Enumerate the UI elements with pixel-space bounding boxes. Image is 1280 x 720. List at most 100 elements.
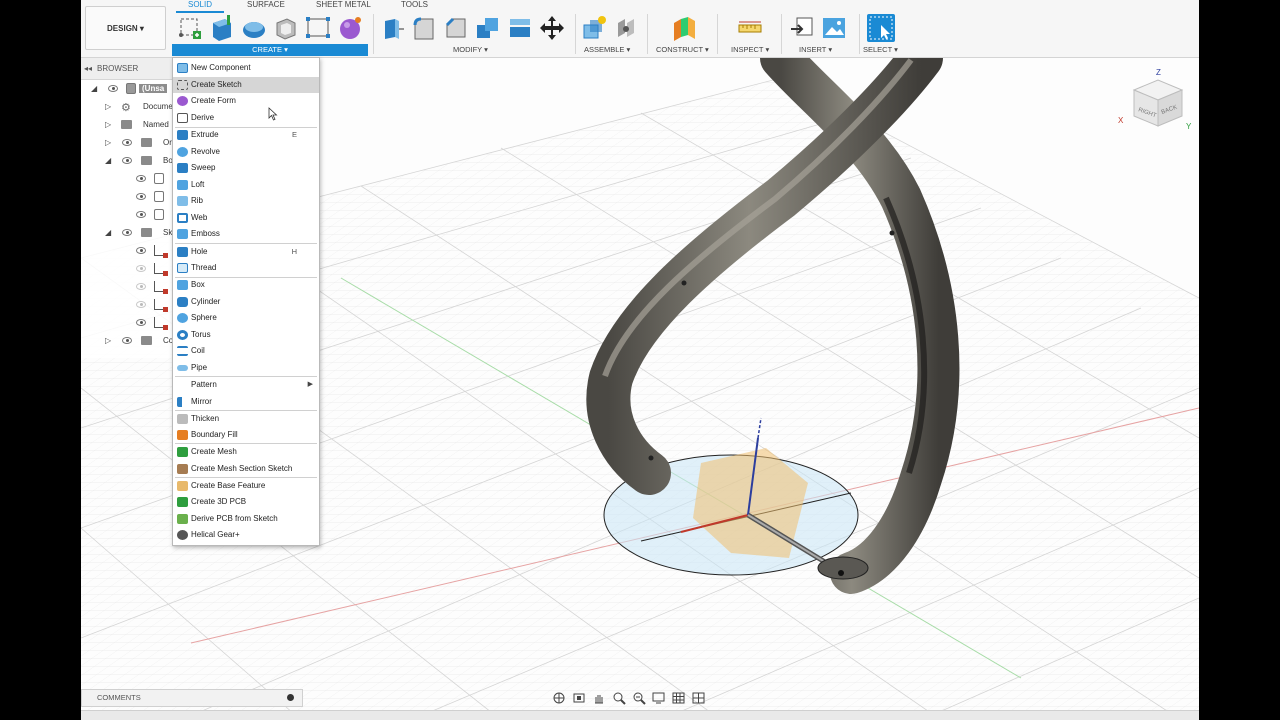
expand-icon[interactable]: ▷ [105, 102, 111, 111]
menu-item-rib[interactable]: Rib [173, 193, 319, 209]
visibility-eye-icon[interactable] [108, 85, 118, 92]
form-sphere-icon[interactable] [337, 15, 363, 41]
extrude-icon[interactable] [209, 15, 235, 41]
menu-item-create-form[interactable]: Create Form [173, 93, 319, 109]
tab-tools[interactable]: TOOLS [401, 0, 428, 9]
menu-item-emboss[interactable]: Emboss [173, 226, 319, 242]
tab-sheet-metal[interactable]: SHEET METAL [316, 0, 371, 9]
tree-row-bodies[interactable]: ◢ Bo [81, 152, 173, 170]
look-at-icon[interactable] [571, 691, 587, 705]
workspace-switcher-button[interactable]: DESIGN ▾ [85, 6, 166, 50]
zoom-icon[interactable] [611, 691, 627, 705]
visibility-eye-icon[interactable] [136, 265, 146, 272]
tree-row-named-views[interactable]: ▷ Named [81, 116, 173, 134]
construct-dropdown-button[interactable]: CONSTRUCT ▾ [656, 45, 709, 54]
tree-row-document-settings[interactable]: ▷ ⚙ Docume [81, 98, 173, 116]
menu-item-create-3d-pcb[interactable]: Create 3D PCB [173, 494, 319, 510]
chamfer-icon[interactable] [443, 15, 469, 41]
rectangle-pattern-icon[interactable] [305, 15, 331, 41]
visibility-eye-icon[interactable] [136, 193, 146, 200]
comments-panel[interactable]: COMMENTS [81, 689, 303, 707]
menu-item-helical-gear[interactable]: Helical Gear+ [173, 527, 319, 543]
menu-item-create-sketch[interactable]: Create Sketch [173, 77, 319, 93]
insert-dropdown-button[interactable]: INSERT ▾ [799, 45, 832, 54]
modify-dropdown-button[interactable]: MODIFY ▾ [453, 45, 488, 54]
tab-surface[interactable]: SURFACE [247, 0, 285, 9]
grid-settings-icon[interactable] [671, 691, 687, 705]
offset-face-icon[interactable] [507, 15, 533, 41]
revolve-icon[interactable] [241, 15, 267, 41]
select-dropdown-button[interactable]: SELECT ▾ [863, 45, 898, 54]
menu-item-sweep[interactable]: Sweep [173, 160, 319, 176]
collapse-icon[interactable]: ◂◂ [84, 58, 92, 80]
menu-item-extrude[interactable]: Extrude E [173, 127, 319, 143]
fit-icon[interactable] [631, 691, 647, 705]
visibility-eye-icon[interactable] [122, 337, 132, 344]
menu-item-box[interactable]: Box [173, 277, 319, 293]
menu-item-cylinder[interactable]: Cylinder [173, 294, 319, 310]
menu-item-pattern[interactable]: Pattern ▶ [173, 377, 319, 393]
menu-item-hole[interactable]: Hole H [173, 244, 319, 260]
expand-icon[interactable]: ▷ [105, 138, 111, 147]
visibility-eye-icon[interactable] [136, 319, 146, 326]
menu-item-new-component[interactable]: New Component [173, 60, 319, 76]
menu-item-sphere[interactable]: Sphere [173, 310, 319, 326]
visibility-eye-icon[interactable] [122, 229, 132, 236]
menu-item-boundary-fill[interactable]: Boundary Fill [173, 427, 319, 443]
fillet-icon[interactable] [411, 15, 437, 41]
visibility-eye-icon[interactable] [136, 175, 146, 182]
tree-row-sketch[interactable] [81, 296, 173, 314]
orbit-icon[interactable] [551, 691, 567, 705]
menu-item-pipe[interactable]: Pipe [173, 360, 319, 376]
menu-item-create-mesh[interactable]: Create Mesh [173, 444, 319, 460]
menu-item-coil[interactable]: Coil [173, 343, 319, 359]
browser-header[interactable]: ◂◂ BROWSER [81, 58, 173, 80]
expand-icon[interactable]: ◢ [91, 84, 97, 93]
joint-icon[interactable] [613, 15, 639, 41]
shell-icon[interactable] [273, 15, 299, 41]
offset-plane-icon[interactable] [671, 15, 697, 41]
menu-item-derive-pcb-from-sketch[interactable]: Derive PCB from Sketch [173, 511, 319, 527]
tab-solid[interactable]: SOLID [175, 0, 225, 13]
create-dropdown-button[interactable]: CREATE ▾ [172, 44, 368, 56]
visibility-eye-icon[interactable] [136, 247, 146, 254]
tree-row-origin[interactable]: ▷ Or [81, 134, 173, 152]
menu-item-web[interactable]: Web [173, 210, 319, 226]
menu-item-mirror[interactable]: Mirror [173, 394, 319, 410]
tree-row-construction[interactable]: ▷ Co [81, 332, 173, 350]
insert-derive-icon[interactable] [789, 15, 815, 41]
new-component-icon[interactable] [581, 15, 607, 41]
tree-row-body[interactable] [81, 188, 173, 206]
menu-item-create-base-feature[interactable]: Create Base Feature [173, 478, 319, 494]
tree-row-sketch[interactable] [81, 314, 173, 332]
menu-item-thicken[interactable]: Thicken [173, 411, 319, 427]
tree-row-root[interactable]: ◢ (Unsa [81, 80, 173, 98]
tree-row-sketch[interactable] [81, 242, 173, 260]
menu-item-derive[interactable]: Derive [173, 110, 319, 126]
expand-icon[interactable]: ◢ [105, 228, 111, 237]
menu-item-torus[interactable]: Torus [173, 327, 319, 343]
create-sketch-icon[interactable] [177, 15, 203, 41]
tree-row-body[interactable] [81, 170, 173, 188]
viewcube[interactable]: RIGHT BACK Z X Y [1116, 66, 1196, 136]
combine-icon[interactable] [475, 15, 501, 41]
expand-icon[interactable]: ◢ [105, 156, 111, 165]
display-settings-icon[interactable] [651, 691, 667, 705]
visibility-eye-icon[interactable] [122, 139, 132, 146]
expand-icon[interactable]: ▷ [105, 336, 111, 345]
menu-item-loft[interactable]: Loft [173, 177, 319, 193]
inspect-dropdown-button[interactable]: INSPECT ▾ [731, 45, 769, 54]
insert-canvas-icon[interactable] [821, 15, 847, 41]
visibility-eye-icon[interactable] [136, 301, 146, 308]
pan-icon[interactable] [591, 691, 607, 705]
tree-row-body[interactable] [81, 206, 173, 224]
expand-icon[interactable]: ▷ [105, 120, 111, 129]
tree-row-sketches[interactable]: ◢ Sk [81, 224, 173, 242]
add-comment-icon[interactable] [287, 694, 294, 701]
press-pull-icon[interactable] [379, 15, 405, 41]
assemble-dropdown-button[interactable]: ASSEMBLE ▾ [584, 45, 630, 54]
tree-row-sketch[interactable] [81, 260, 173, 278]
visibility-eye-icon[interactable] [136, 211, 146, 218]
menu-item-revolve[interactable]: Revolve [173, 144, 319, 160]
measure-icon[interactable] [737, 15, 763, 41]
